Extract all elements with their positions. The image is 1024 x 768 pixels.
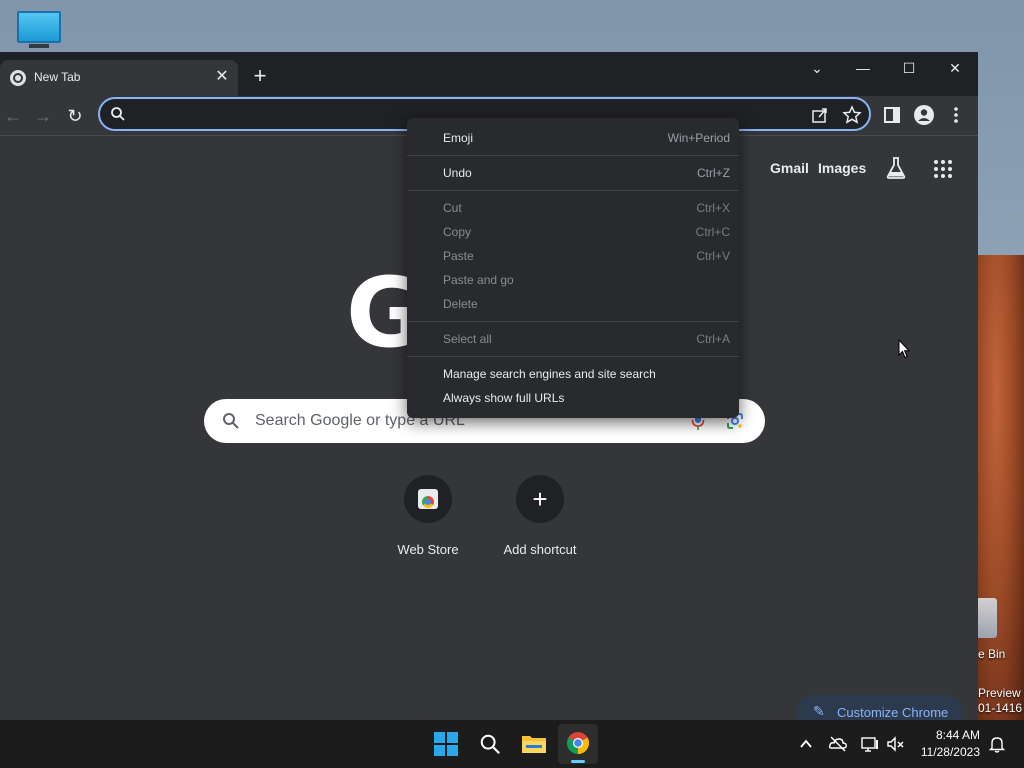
notification-bell-icon[interactable] xyxy=(987,734,1007,754)
chrome-taskbar-button[interactable] xyxy=(558,724,598,764)
chrome-favicon-icon xyxy=(10,70,26,86)
menu-item-label: Select all xyxy=(443,332,492,346)
menu-item-label: Emoji xyxy=(443,131,474,145)
menu-item-label: Undo xyxy=(443,166,472,180)
menu-item-shortcut: Ctrl+X xyxy=(696,201,730,215)
search-icon xyxy=(223,413,239,429)
menu-item-paste[interactable]: Paste Ctrl+V xyxy=(407,244,739,268)
this-pc-icon[interactable] xyxy=(17,11,61,49)
google-apps-icon[interactable] xyxy=(934,160,952,178)
taskbar: 8:44 AM 11/28/2023 xyxy=(0,720,1024,768)
windows-logo-icon xyxy=(434,732,458,756)
clock-date[interactable]: 11/28/2023 xyxy=(916,745,980,759)
menu-item-select-all[interactable]: Select all Ctrl+A xyxy=(407,327,739,351)
search-icon xyxy=(111,107,125,121)
menu-item-always-show-full-urls[interactable]: Always show full URLs xyxy=(407,386,739,410)
monitor-stand xyxy=(29,44,49,48)
menu-item-label: Paste xyxy=(443,249,474,263)
recycle-bin-icon[interactable] xyxy=(975,598,997,638)
tab-close-icon[interactable]: ✕ xyxy=(212,67,232,87)
menu-item-shortcut: Ctrl+C xyxy=(695,225,730,239)
menu-item-delete[interactable]: Delete xyxy=(407,292,739,316)
tab-title: New Tab xyxy=(34,70,81,84)
chevron-up-icon[interactable] xyxy=(796,734,816,754)
new-tab-button[interactable]: + xyxy=(248,65,272,89)
watermark-line-2: 01-1416 xyxy=(978,701,1023,715)
menu-item-cut[interactable]: Cut Ctrl+X xyxy=(407,196,739,220)
pencil-icon: ✎ xyxy=(813,703,825,719)
customize-chrome-label: Customize Chrome xyxy=(837,705,949,720)
menu-item-label: Delete xyxy=(443,297,478,311)
menu-item-copy[interactable]: Copy Ctrl+C xyxy=(407,220,739,244)
menu-item-shortcut: Ctrl+A xyxy=(696,332,730,346)
watermark-line-1: Preview xyxy=(978,686,1021,700)
menu-item-shortcut: Ctrl+V xyxy=(696,249,730,263)
labs-flask-icon[interactable] xyxy=(885,156,907,180)
menu-separator xyxy=(407,321,739,322)
volume-muted-icon[interactable] xyxy=(886,734,906,754)
menu-item-label: Always show full URLs xyxy=(443,391,565,405)
web-store-icon xyxy=(418,489,438,509)
shortcut-tile: + xyxy=(516,475,564,523)
mouse-cursor-icon xyxy=(898,339,910,359)
forward-button[interactable]: → xyxy=(30,103,56,129)
menu-item-label: Copy xyxy=(443,225,472,239)
menu-item-shortcut: Ctrl+Z xyxy=(697,166,730,180)
network-icon[interactable] xyxy=(860,734,880,754)
side-panel-icon[interactable] xyxy=(881,104,903,126)
gmail-link[interactable]: Gmail xyxy=(770,160,809,176)
menu-separator xyxy=(407,190,739,191)
monitor-icon xyxy=(17,11,61,43)
folder-icon xyxy=(522,736,546,753)
menu-item-label: Manage search engines and site search xyxy=(443,367,656,381)
plus-icon: + xyxy=(532,484,548,514)
menu-separator xyxy=(407,356,739,357)
reload-button[interactable]: ↻ xyxy=(62,103,88,129)
menu-item-emoji[interactable]: Emoji Win+Period xyxy=(407,126,739,150)
minimize-button[interactable]: — xyxy=(840,54,886,82)
recycle-bin-label: e Bin xyxy=(978,647,1006,661)
tab-new-tab[interactable]: New Tab ✕ xyxy=(0,60,238,96)
context-menu: Emoji Win+Period Undo Ctrl+Z Cut Ctrl+X … xyxy=(407,118,739,418)
onedrive-offline-icon[interactable] xyxy=(828,734,848,754)
menu-item-shortcut: Win+Period xyxy=(667,131,730,145)
search-icon xyxy=(480,734,500,754)
maximize-button[interactable]: ☐ xyxy=(886,54,932,82)
bookmark-star-icon[interactable] xyxy=(842,105,862,125)
chrome-icon xyxy=(567,732,589,754)
menu-item-label: Paste and go xyxy=(443,273,514,287)
menu-kebab-icon[interactable] xyxy=(945,104,967,126)
menu-item-paste-and-go[interactable]: Paste and go xyxy=(407,268,739,292)
clock-time[interactable]: 8:44 AM xyxy=(920,728,980,742)
images-link[interactable]: Images xyxy=(818,160,866,176)
close-window-button[interactable]: ✕ xyxy=(932,54,978,82)
shortcut-tile xyxy=(404,475,452,523)
menu-item-label: Cut xyxy=(443,201,462,215)
active-app-indicator xyxy=(571,760,585,763)
start-button[interactable] xyxy=(426,724,466,764)
menu-separator xyxy=(407,155,739,156)
menu-item-manage-search-engines[interactable]: Manage search engines and site search xyxy=(407,362,739,386)
shortcut-label: Web Store xyxy=(397,542,459,557)
back-button[interactable]: ← xyxy=(0,103,26,129)
tab-search-icon[interactable]: ⌄ xyxy=(794,54,840,82)
profile-icon[interactable] xyxy=(913,104,935,126)
file-explorer-button[interactable] xyxy=(514,724,554,764)
share-icon[interactable] xyxy=(810,105,830,125)
shortcut-label: Add shortcut xyxy=(503,542,577,557)
title-bar: New Tab ✕ + ⌄ — ☐ ✕ xyxy=(0,52,978,96)
menu-item-undo[interactable]: Undo Ctrl+Z xyxy=(407,161,739,185)
taskbar-search-button[interactable] xyxy=(470,724,510,764)
shortcut-web-store[interactable]: Web Store xyxy=(372,475,484,565)
shortcut-add[interactable]: + Add shortcut xyxy=(484,475,596,565)
